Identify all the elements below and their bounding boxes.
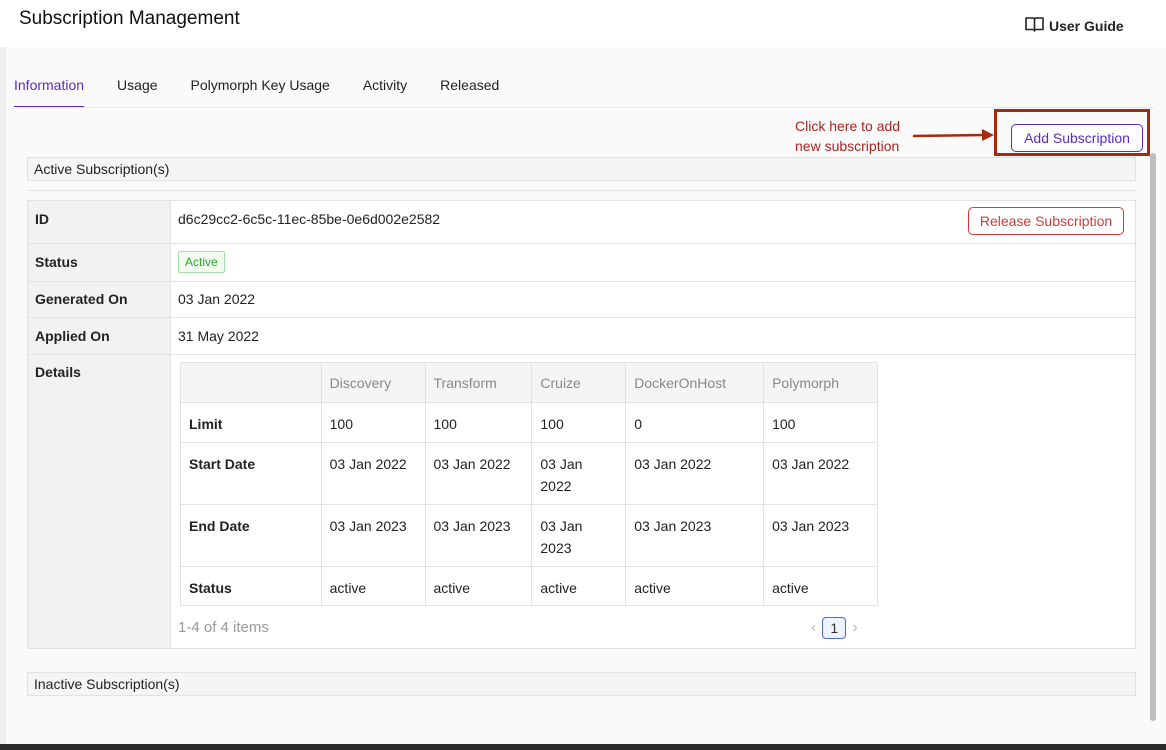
details-table: Discovery Transform Cruize DockerOnHost … <box>180 362 878 606</box>
tab-polymorph-key-usage[interactable]: Polymorph Key Usage <box>191 72 330 108</box>
user-guide-label: User Guide <box>1049 18 1124 34</box>
id-label: ID <box>35 211 49 227</box>
chevron-right-icon[interactable]: › <box>852 619 857 637</box>
pagination: ‹ 1 › <box>811 617 858 639</box>
annotation-arrow-icon <box>912 129 994 141</box>
book-icon <box>1025 16 1044 36</box>
user-guide-link[interactable]: User Guide <box>1025 16 1124 36</box>
table-cell: 03 Jan 2023 <box>424 504 533 567</box>
bottom-bar <box>0 744 1166 750</box>
table-cell: 03 Jan 2023 <box>531 504 627 567</box>
row-label: Start Date <box>180 442 322 505</box>
table-cell: 100 <box>763 402 878 443</box>
left-edge <box>0 47 6 747</box>
generated-on-label: Generated On <box>35 291 128 307</box>
page-number-button[interactable]: 1 <box>822 617 847 639</box>
annotation-line-1: Click here to add <box>795 118 901 134</box>
applied-on-label: Applied On <box>35 328 110 344</box>
table-cell: 03 Jan 2022 <box>424 442 533 505</box>
row-label: End Date <box>180 504 322 567</box>
details-header-row: Discovery Transform Cruize DockerOnHost … <box>180 362 878 403</box>
row-divider <box>28 281 1135 282</box>
column-header: Transform <box>424 362 533 403</box>
table-cell: active <box>320 566 426 606</box>
table-cell: 03 Jan 2023 <box>625 504 765 567</box>
table-cell: 03 Jan 2022 <box>320 442 426 505</box>
page-title: Subscription Management <box>19 8 240 29</box>
table-cell: 03 Jan 2023 <box>320 504 426 567</box>
tabs-divider <box>14 107 1154 108</box>
items-count: 1-4 of 4 items <box>178 619 269 636</box>
row-divider <box>28 354 1135 355</box>
table-row: Limit 100 100 100 0 100 <box>180 402 878 443</box>
row-label: Status <box>180 566 322 606</box>
table-cell: active <box>424 566 533 606</box>
tab-released[interactable]: Released <box>440 72 499 108</box>
table-row: Status active active active active activ… <box>180 566 878 606</box>
table-cell: active <box>531 566 627 606</box>
table-cell: 100 <box>531 402 627 443</box>
row-divider <box>28 243 1135 244</box>
table-cell: 03 Jan 2022 <box>531 442 627 505</box>
subscription-info-table: ID d6c29cc2-6c5c-11ec-85be-0e6d002e2582 … <box>27 200 1136 649</box>
table-cell: 03 Jan 2023 <box>763 504 878 567</box>
details-corner-cell <box>180 362 322 403</box>
column-header: Discovery <box>320 362 426 403</box>
status-label: Status <box>35 254 78 270</box>
column-header: DockerOnHost <box>625 362 765 403</box>
annotation-text: Click here to add new subscription <box>795 116 900 156</box>
section-divider <box>27 190 1136 191</box>
active-subscriptions-header[interactable]: Active Subscription(s) <box>27 157 1136 181</box>
table-cell: 0 <box>625 402 765 443</box>
applied-on-value: 31 May 2022 <box>178 328 259 344</box>
add-subscription-button[interactable]: Add Subscription <box>1011 124 1143 152</box>
row-divider <box>28 317 1135 318</box>
tab-activity[interactable]: Activity <box>363 72 407 108</box>
details-label: Details <box>35 364 81 380</box>
tab-information[interactable]: Information <box>14 72 85 108</box>
inactive-subscriptions-header[interactable]: Inactive Subscription(s) <box>27 672 1136 696</box>
table-row: End Date 03 Jan 2023 03 Jan 2023 03 Jan … <box>180 504 878 567</box>
top-bar: Subscription Management User Guide <box>0 0 1166 47</box>
tab-bar: Information Usage Polymorph Key Usage Ac… <box>14 72 532 108</box>
column-header: Cruize <box>531 362 627 403</box>
chevron-left-icon[interactable]: ‹ <box>811 619 816 637</box>
table-cell: 03 Jan 2022 <box>763 442 878 505</box>
table-cell: 100 <box>424 402 533 443</box>
status-badge: Active <box>178 251 225 273</box>
tab-usage[interactable]: Usage <box>117 72 157 108</box>
subscription-id: d6c29cc2-6c5c-11ec-85be-0e6d002e2582 <box>178 211 441 227</box>
table-cell: active <box>625 566 765 606</box>
table-cell: active <box>763 566 878 606</box>
annotation-line-2: new subscription <box>795 138 900 154</box>
scrollbar[interactable] <box>1150 153 1156 721</box>
generated-on-value: 03 Jan 2022 <box>178 291 256 307</box>
row-label: Limit <box>180 402 322 443</box>
table-row: Start Date 03 Jan 2022 03 Jan 2022 03 Ja… <box>180 442 878 505</box>
release-subscription-button[interactable]: Release Subscription <box>968 207 1124 235</box>
column-header: Polymorph <box>763 362 878 403</box>
table-cell: 100 <box>320 402 426 443</box>
table-cell: 03 Jan 2022 <box>625 442 765 505</box>
